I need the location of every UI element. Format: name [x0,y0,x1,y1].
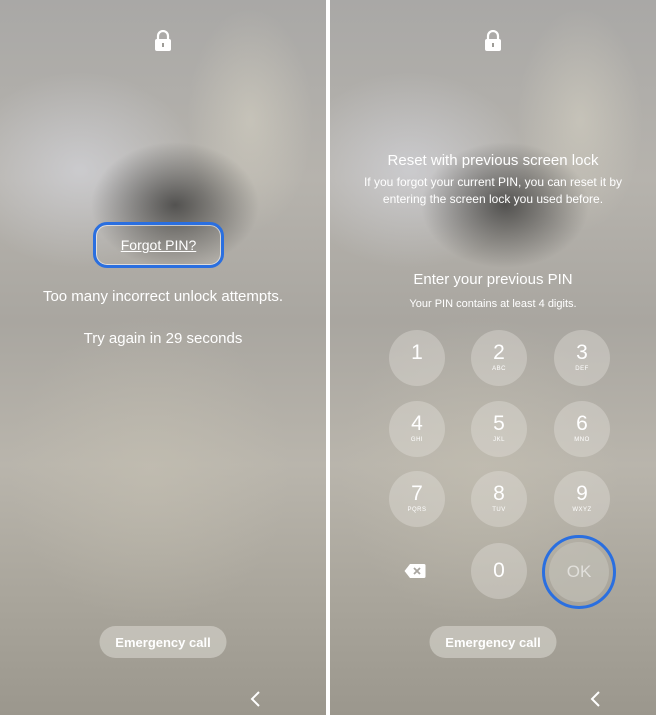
key-letters: JKL [493,437,505,443]
key-5[interactable]: 5 JKL [471,401,527,457]
key-digit: 5 [493,412,505,435]
key-digit: 9 [576,482,588,505]
backspace-icon[interactable] [404,563,426,579]
ok-button[interactable]: OK [542,535,616,609]
key-letters: WXYZ [572,507,592,513]
key-8[interactable]: 8 TUV [471,471,527,527]
key-digit: 4 [411,412,423,435]
key-digit: 1 [411,341,423,364]
emergency-call-button[interactable]: Emergency call [429,626,557,658]
back-icon[interactable] [588,688,604,710]
lockout-message: Too many incorrect unlock attempts. [42,288,284,305]
reset-title: Reset with previous screen lock [387,152,599,169]
key-digit: 0 [493,559,505,582]
back-icon[interactable] [248,688,264,710]
key-digit: 6 [576,412,588,435]
lock-icon [155,30,171,51]
retry-countdown: Try again in 29 seconds [83,330,243,347]
key-digit: 3 [576,341,588,364]
key-1[interactable]: 1 [389,330,445,386]
key-4[interactable]: 4 GHI [389,401,445,457]
key-letters: MNO [574,437,590,443]
forgot-pin-label: Forgot PIN? [120,237,197,253]
key-digit: 7 [411,482,423,505]
key-2[interactable]: 2 ABC [471,330,527,386]
key-0[interactable]: 0 [471,543,527,599]
key-9[interactable]: 9 WXYZ [554,471,610,527]
emergency-call-button[interactable]: Emergency call [99,626,227,658]
lockout-screen: Forgot PIN? Too many incorrect unlock at… [0,0,326,715]
pin-hint: Your PIN contains at least 4 digits. [409,298,577,310]
key-7[interactable]: 7 PQRS [389,471,445,527]
key-letters: PQRS [407,507,427,513]
key-6[interactable]: 6 MNO [554,401,610,457]
reset-description-line2: entering the screen lock you used before… [382,192,604,206]
ok-label: OK [549,542,609,602]
reset-pin-screen: Reset with previous screen lock If you f… [330,0,656,715]
pin-prompt: Enter your previous PIN [413,271,573,288]
key-letters: DEF [575,366,589,372]
key-letters: ABC [492,366,506,372]
key-3[interactable]: 3 DEF [554,330,610,386]
key-digit: 8 [493,482,505,505]
reset-description-line1: If you forgot your current PIN, you can … [363,175,623,189]
key-letters: TUV [492,507,506,513]
forgot-pin-button[interactable]: Forgot PIN? [93,222,224,268]
key-letters: GHI [410,437,424,443]
key-digit: 2 [493,341,505,364]
lock-icon [485,30,501,51]
